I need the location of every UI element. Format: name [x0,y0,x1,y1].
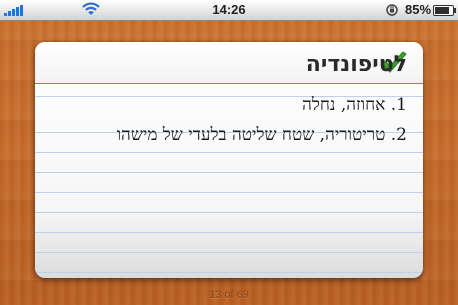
battery-fill [435,7,449,14]
status-bar: 14:26 85% [0,0,458,21]
card-term: לטיפונדיה [305,52,407,77]
flashcard[interactable]: לטיפונדיה 1. אחוזה, נחלה 2. טריטוריה, שט… [35,42,423,278]
card-header: לטיפונדיה [35,42,423,84]
battery-nub [454,8,456,13]
battery-percent: 85% [405,2,432,17]
battery-icon [433,5,456,16]
lock-rotation-icon [386,4,398,16]
definition-list: 1. אחוזה, נחלה 2. טריטוריה, שטח שליטה בל… [117,90,407,150]
card-counter: 13 of 69 [209,289,249,301]
definition-item: 2. טריטוריה, שטח שליטה בלעדי של מישהו [116,125,407,145]
definition-item: 1. אחוזה, נחלה [302,95,407,115]
